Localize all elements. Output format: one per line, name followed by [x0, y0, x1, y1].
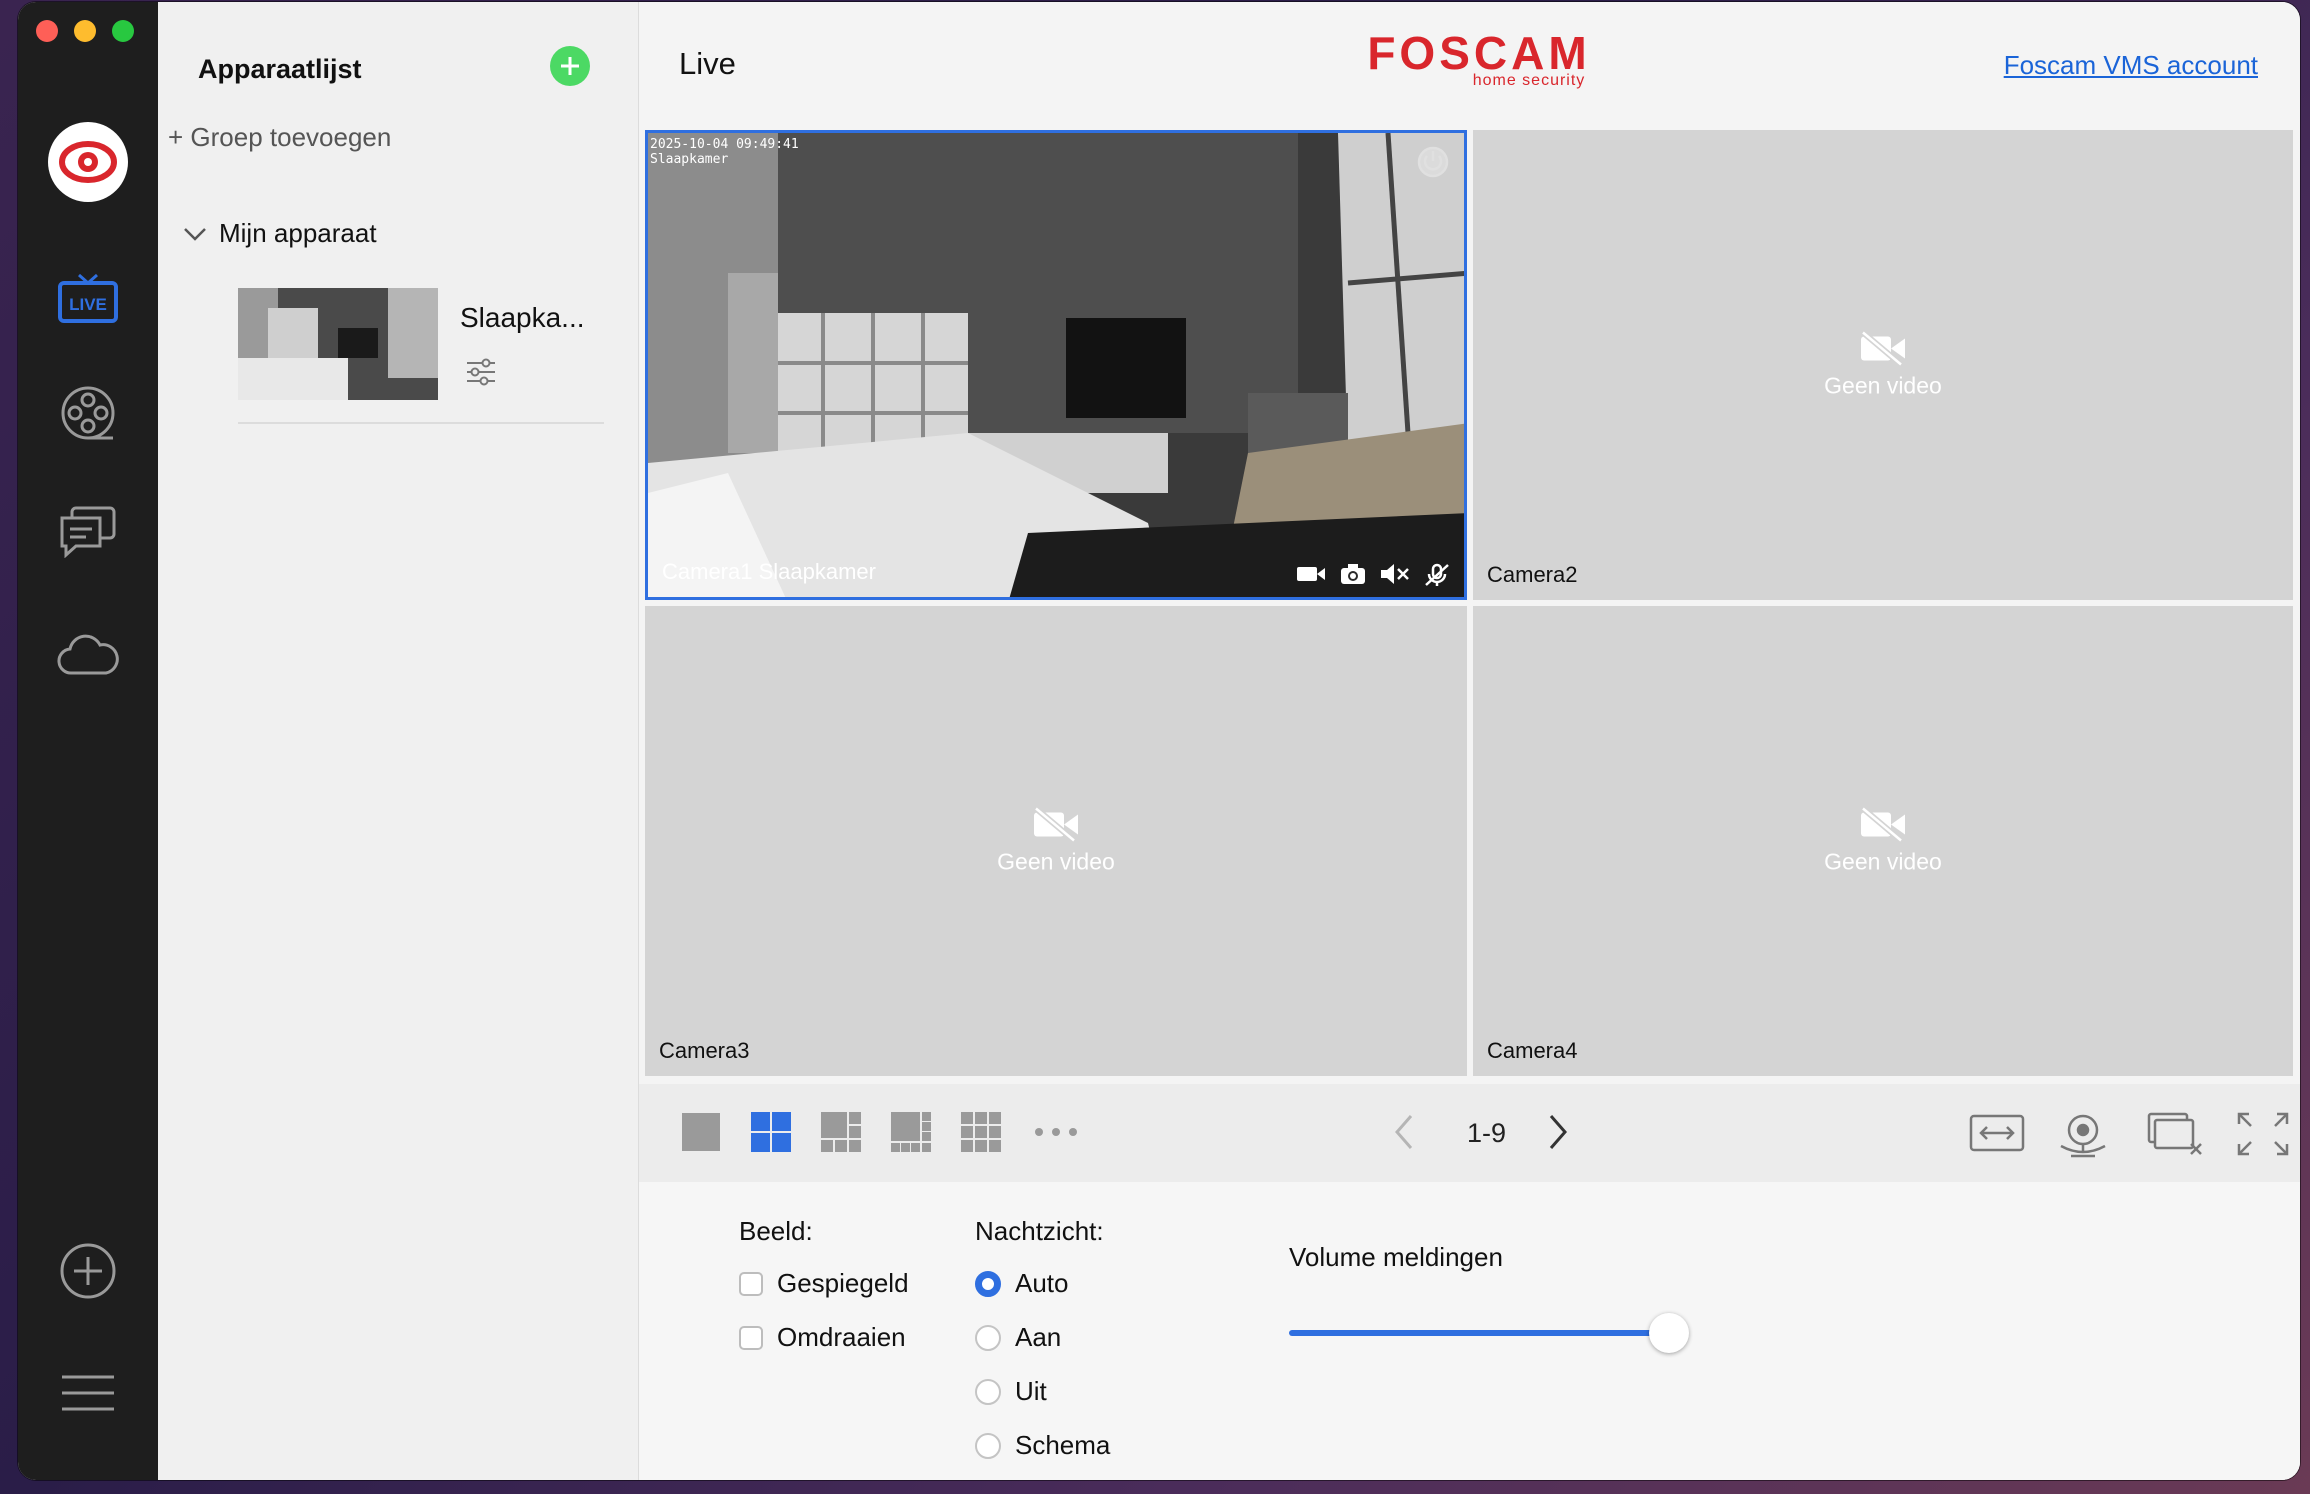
layout-8-icon[interactable] [891, 1112, 931, 1152]
brand-tagline: home security [1472, 72, 1586, 89]
osd-camera-name: Slaapkamer [650, 152, 729, 167]
night-schedule-radio[interactable] [975, 1432, 1001, 1459]
camera-grid: 2025-10-04 09:49:41 Slaapkamer Camera1 S… [645, 130, 2293, 1076]
menu-icon[interactable] [45, 1350, 131, 1436]
night-off-option[interactable]: Uit [975, 1376, 1047, 1407]
foscam-logo-icon[interactable] [48, 122, 128, 202]
live-badge-text: LIVE [69, 295, 107, 314]
close-window-button[interactable] [36, 20, 58, 42]
camera-label: Camera3 [659, 1038, 750, 1063]
messages-icon[interactable] [45, 488, 131, 574]
device-list-item[interactable]: Slaapka... [238, 286, 604, 424]
night-vision-heading: Nachtzicht: [975, 1216, 1104, 1246]
microphone-muted-icon[interactable] [1424, 563, 1450, 587]
layout-4-icon[interactable] [751, 1112, 791, 1152]
camera-label: Camera2 [1487, 562, 1578, 587]
no-video-text: Geen video [1824, 372, 1942, 399]
no-video-indicator: Geen video [1473, 806, 2293, 876]
camera-cell-4[interactable]: Geen video Camera4 [1473, 606, 2293, 1076]
chevron-down-icon [184, 227, 206, 241]
add-group-button[interactable]: + Groep toevoegen [168, 122, 391, 153]
image-heading: Beeld: [739, 1216, 813, 1246]
add-device-button[interactable] [550, 46, 590, 86]
cloud-icon[interactable] [45, 612, 131, 698]
power-icon[interactable] [1416, 145, 1450, 184]
no-video-text: Geen video [997, 848, 1115, 875]
vms-account-link[interactable]: Foscam VMS account [2004, 50, 2258, 81]
no-video-indicator: Geen video [1473, 330, 2293, 400]
layout-6-icon[interactable] [821, 1112, 861, 1152]
brand-name: FOSCAM [1367, 27, 1591, 79]
app-window: LIVE Apparaatlijst + Groep toevoegen Mij… [18, 2, 2300, 1480]
night-on-option[interactable]: Aan [975, 1322, 1061, 1353]
close-all-windows-icon[interactable] [2147, 1112, 2203, 1156]
previous-page-icon[interactable] [1391, 1112, 1417, 1152]
view-toolbar: 1-9 [639, 1084, 2300, 1182]
minimize-window-button[interactable] [74, 20, 96, 42]
volume-slider-track[interactable] [1289, 1330, 1669, 1336]
camera-label: Camera4 [1487, 1038, 1578, 1063]
camera-feed-image [648, 133, 1464, 597]
volume-label: Volume meldingen [1289, 1242, 1503, 1272]
night-on-radio[interactable] [975, 1324, 1001, 1351]
more-icon[interactable] [1033, 1112, 1079, 1152]
night-off-label: Uit [1015, 1376, 1047, 1406]
night-schedule-label: Schema [1015, 1430, 1111, 1460]
snapshot-camera-icon[interactable] [1340, 563, 1366, 585]
ptz-camera-icon[interactable] [2055, 1112, 2111, 1160]
device-name: Slaapka... [460, 302, 585, 333]
fullscreen-icon[interactable] [2237, 1112, 2289, 1156]
volume-slider-handle[interactable] [1649, 1313, 1689, 1353]
device-group-header[interactable]: Mijn apparaat [183, 218, 377, 249]
video-off-icon [1861, 330, 1905, 367]
night-off-radio[interactable] [975, 1378, 1001, 1405]
night-auto-label: Auto [1015, 1268, 1069, 1298]
plus-icon [561, 57, 579, 75]
flip-checkbox[interactable] [739, 1325, 763, 1350]
live-icon[interactable]: LIVE [45, 256, 131, 342]
video-off-icon [1034, 806, 1078, 843]
flip-option[interactable]: Omdraaien [739, 1322, 906, 1353]
zoom-window-button[interactable] [112, 20, 134, 42]
camera-label: Camera1 Slaapkamer [662, 559, 876, 584]
playback-reel-icon[interactable] [45, 370, 131, 456]
night-on-label: Aan [1015, 1322, 1062, 1352]
camera-action-bar [1296, 563, 1450, 587]
video-off-icon [1861, 806, 1905, 843]
osd-timestamp: 2025-10-04 09:49:41 [650, 137, 799, 152]
night-auto-radio[interactable] [975, 1270, 1001, 1297]
camera-cell-1[interactable]: 2025-10-04 09:49:41 Slaapkamer Camera1 S… [645, 130, 1467, 600]
fit-width-icon[interactable] [1969, 1112, 2025, 1154]
main-area: Live FOSCAM home security Foscam VMS acc… [639, 2, 2300, 1480]
page-indicator: 1-9 [1467, 1118, 1507, 1148]
no-video-indicator: Geen video [645, 806, 1467, 876]
device-list-title: Apparaatlijst [198, 54, 362, 84]
camera-settings-panel: Beeld: Gespiegeld Omdraaien Nachtzicht: … [639, 1182, 2300, 1480]
foscam-brand-logo: FOSCAM home security [1349, 30, 1609, 90]
flip-label: Omdraaien [777, 1322, 906, 1352]
record-video-icon[interactable] [1296, 563, 1326, 585]
add-device-icon[interactable] [45, 1228, 131, 1314]
device-settings-icon[interactable] [466, 358, 496, 391]
speaker-muted-icon[interactable] [1380, 563, 1410, 585]
device-group-name: Mijn apparaat [219, 218, 377, 248]
next-page-icon[interactable] [1545, 1112, 1571, 1152]
layout-9-icon[interactable] [961, 1112, 1001, 1152]
camera-osd: 2025-10-04 09:49:41 Slaapkamer [650, 137, 799, 167]
device-list-panel: Apparaatlijst + Groep toevoegen Mijn app… [158, 2, 639, 1480]
night-auto-option[interactable]: Auto [975, 1268, 1069, 1299]
sidebar-rail: LIVE [18, 2, 158, 1480]
camera-cell-3[interactable]: Geen video Camera3 [645, 606, 1467, 1076]
device-thumbnail [238, 288, 438, 400]
mirror-checkbox[interactable] [739, 1271, 763, 1296]
night-schedule-option[interactable]: Schema [975, 1430, 1110, 1461]
mirror-option[interactable]: Gespiegeld [739, 1268, 909, 1299]
page-title: Live [679, 46, 736, 81]
mirror-label: Gespiegeld [777, 1268, 909, 1298]
no-video-text: Geen video [1824, 848, 1942, 875]
camera-cell-2[interactable]: Geen video Camera2 [1473, 130, 2293, 600]
layout-1-icon[interactable] [681, 1112, 721, 1152]
